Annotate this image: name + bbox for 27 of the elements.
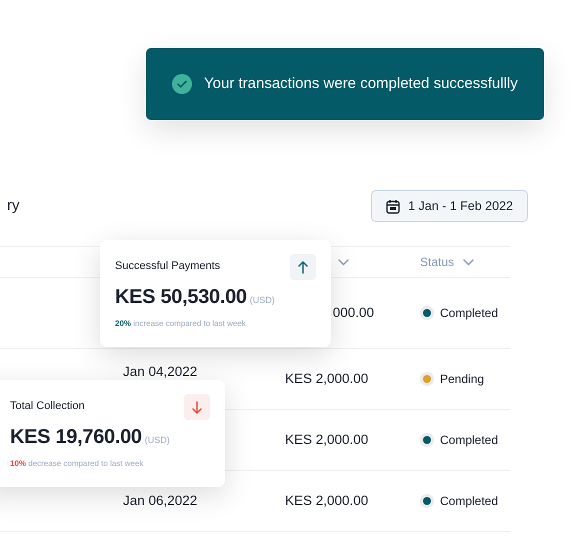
status-label: Pending <box>440 371 484 388</box>
date-cell: Jan 06,2022 <box>123 493 198 508</box>
arrow-down-icon <box>184 394 210 420</box>
card-amount: KES 19,760.00 <box>10 425 142 450</box>
currency-label: (USD) <box>250 294 275 307</box>
change-text: 10% decrease compared to last week <box>10 458 144 470</box>
arrow-up-icon <box>290 254 316 280</box>
amount-cell: KES 2,000.00 <box>285 432 368 447</box>
chevron-down-icon[interactable] <box>463 258 474 266</box>
amount-cell: 000.00 <box>332 305 374 320</box>
amount-cell: KES 2,000.00 <box>285 371 368 386</box>
card-title: Successful Payments <box>115 259 220 274</box>
page-title: ry <box>7 196 20 216</box>
change-text: 20% increase compared to last week <box>115 318 247 330</box>
date-cell: Jan 04,2022 <box>123 364 198 379</box>
amount-cell: KES 2,000.00 <box>285 493 368 508</box>
status-label: Completed <box>440 493 498 510</box>
check-circle-icon <box>172 74 192 94</box>
date-range-button[interactable]: 1 Jan - 1 Feb 2022 <box>371 190 528 222</box>
card-title: Total Collection <box>10 399 85 414</box>
status-label: Completed <box>440 305 498 322</box>
chevron-down-icon[interactable] <box>338 258 349 266</box>
toast-message: Your transactions were completed successfullly <box>204 74 518 94</box>
status-label: Completed <box>440 432 498 449</box>
card-amount: KES 50,530.00 <box>115 285 247 310</box>
calendar-icon <box>386 198 400 214</box>
currency-label: (USD) <box>144 434 170 447</box>
